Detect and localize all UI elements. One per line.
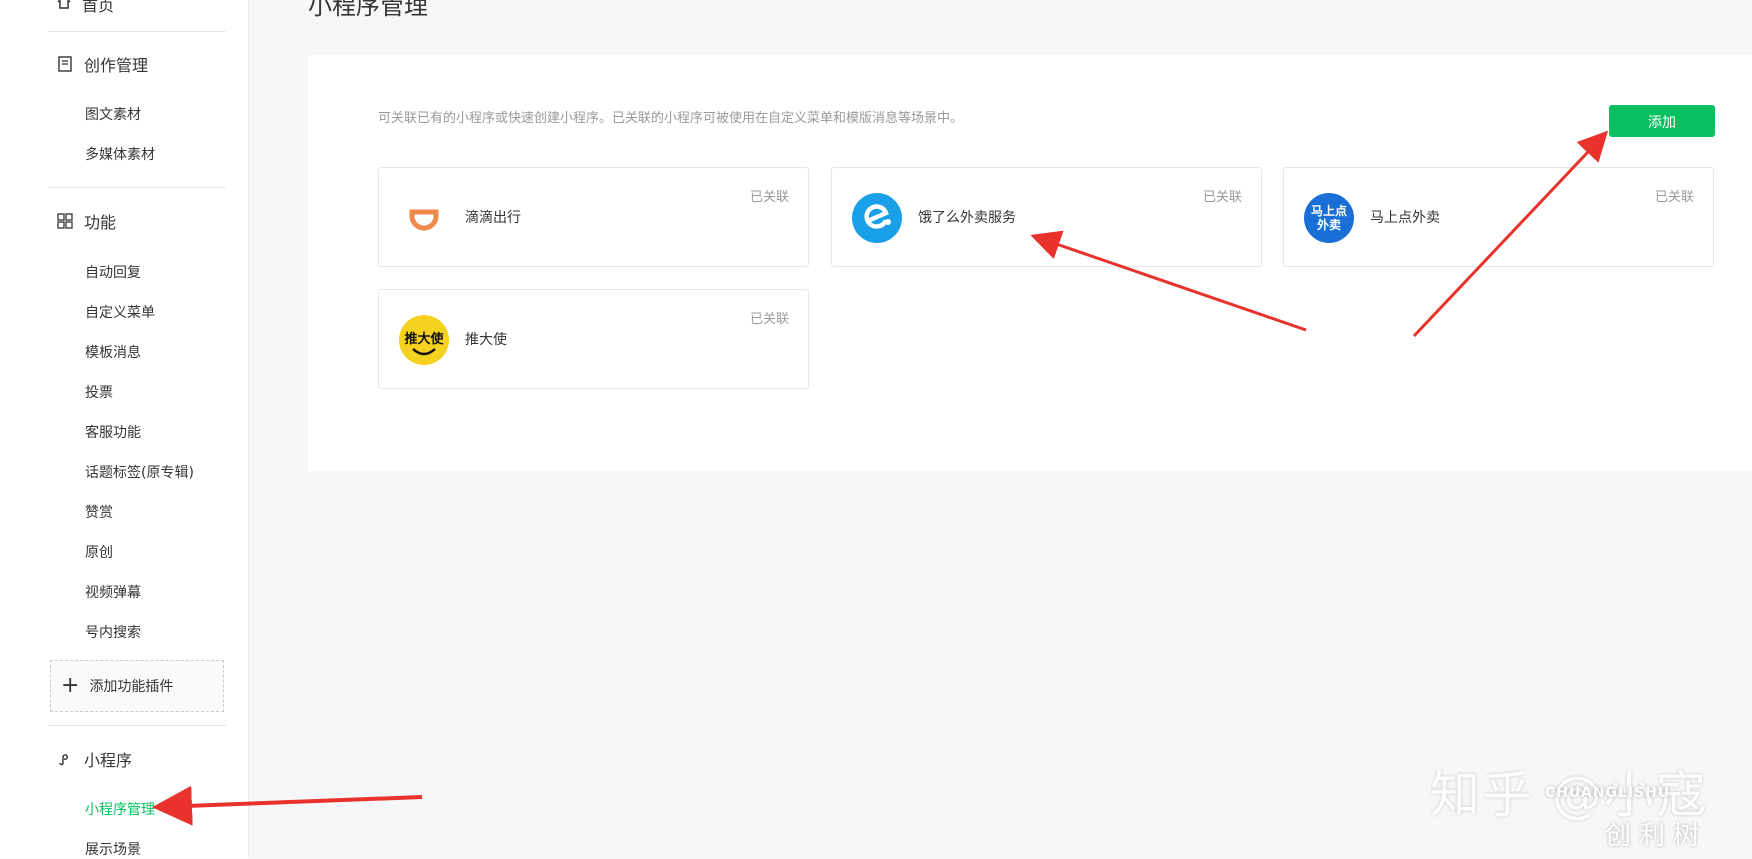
watermark-brand-cn: 创利树 (1605, 821, 1708, 851)
annotation-arrows (152, 130, 1609, 826)
arrow-to-eleme (1030, 230, 1307, 332)
arrow-to-add-button (1412, 130, 1609, 338)
arrow-to-miniprogram-management (152, 785, 423, 826)
watermark-brand-latin: CHUANGLISHU (1545, 785, 1671, 801)
